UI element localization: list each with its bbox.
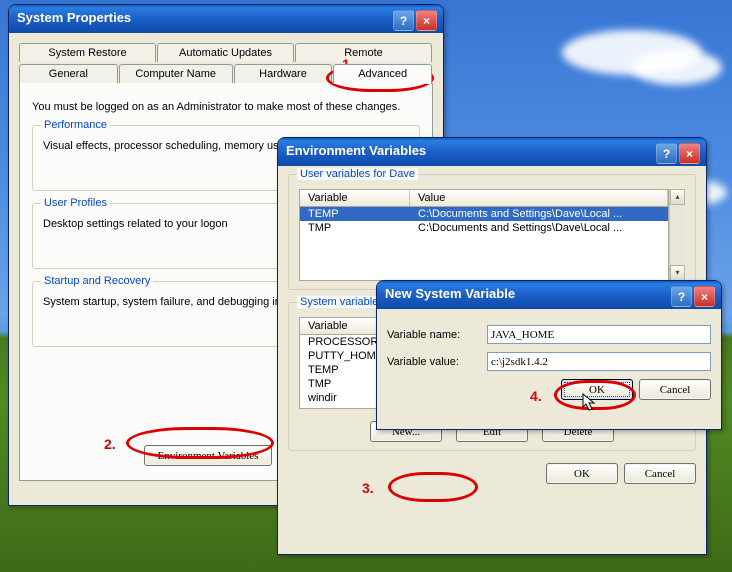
envvars-title: Environment Variables [286,143,426,158]
close-icon[interactable]: × [679,143,700,164]
close-icon[interactable]: × [416,10,437,31]
tab-remote[interactable]: Remote [295,43,432,62]
envvars-titlebar: Environment Variables ? × [278,138,706,166]
admin-notice: You must be logged on as an Administrato… [32,101,420,113]
tab-computer-name[interactable]: Computer Name [119,64,233,83]
environment-variables-button[interactable]: Environment Variables [144,445,272,466]
performance-legend: Performance [41,119,110,131]
tab-hardware[interactable]: Hardware [234,64,333,83]
scrollbar[interactable]: ▴ ▾ [669,189,685,281]
newvar-title: New System Variable [385,286,515,301]
tab-system-restore[interactable]: System Restore [19,43,156,62]
user-variables-group: User variables for Dave Variable Value T… [288,174,696,290]
table-row[interactable]: TMP C:\Documents and Settings\Dave\Local… [300,221,668,235]
help-icon[interactable]: ? [393,10,414,31]
scroll-down-icon[interactable]: ▾ [670,265,685,281]
variable-value-input[interactable] [487,352,711,371]
envvars-cancel-button[interactable]: Cancel [624,463,696,484]
user-list-header: Variable Value [299,189,669,207]
tab-general[interactable]: General [19,64,118,83]
user-profiles-legend: User Profiles [41,197,110,209]
close-icon[interactable]: × [694,286,715,307]
sysprops-titlebar: System Properties ? × [9,5,443,33]
variable-name-label: Variable name: [387,329,487,341]
table-row[interactable]: TEMP C:\Documents and Settings\Dave\Loca… [300,207,668,221]
user-variables-legend: User variables for Dave [297,168,418,180]
scroll-up-icon[interactable]: ▴ [670,189,685,205]
sysprops-title: System Properties [17,10,131,25]
newvar-titlebar: New System Variable ? × [377,281,721,309]
envvars-ok-button[interactable]: OK [546,463,618,484]
variable-name-input[interactable] [487,325,711,344]
user-variables-list[interactable]: TEMP C:\Documents and Settings\Dave\Loca… [299,207,669,281]
help-icon[interactable]: ? [656,143,677,164]
new-system-variable-dialog: New System Variable ? × Variable name: V… [376,280,722,430]
col-variable[interactable]: Variable [300,190,410,206]
variable-value-label: Variable value: [387,356,487,368]
newvar-cancel-button[interactable]: Cancel [639,379,711,400]
startup-legend: Startup and Recovery [41,275,153,287]
help-icon[interactable]: ? [671,286,692,307]
tab-advanced[interactable]: Advanced [333,64,432,84]
tab-automatic-updates[interactable]: Automatic Updates [157,43,294,62]
system-variables-legend: System variables [297,296,387,308]
col-value[interactable]: Value [410,190,668,206]
newvar-ok-button[interactable]: OK [561,379,633,400]
